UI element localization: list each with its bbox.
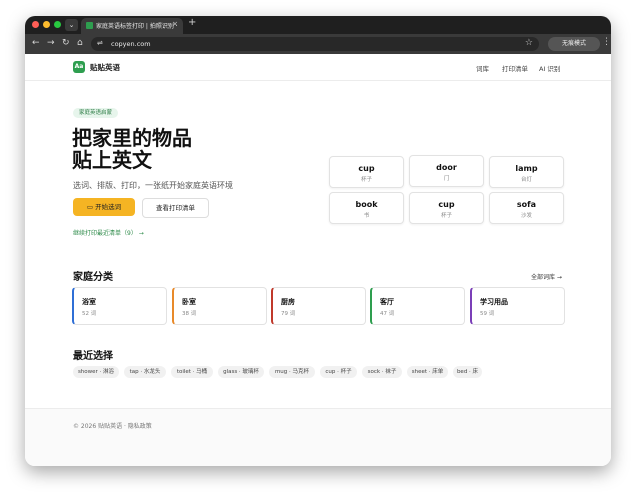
category-count: 47 词 [380, 311, 395, 317]
browser-menu-icon[interactable]: ⋮ [602, 37, 611, 47]
recent-chip[interactable]: toilet · 马桶 [171, 366, 213, 378]
start-selecting-button[interactable]: ▭ 开始选词 [73, 198, 135, 216]
category-count: 79 词 [281, 311, 296, 317]
word-card-zh: 书 [363, 213, 370, 219]
brand-name[interactable]: 贴贴英语 [90, 62, 120, 73]
category-name: 学习用品 [480, 298, 508, 306]
word-card[interactable]: lamp 台灯 [489, 156, 564, 188]
all-words-link[interactable]: 全部词库 → [531, 272, 562, 281]
recent-chip[interactable]: bed · 床 [453, 366, 482, 378]
word-card[interactable]: book 书 [329, 192, 404, 224]
category-name: 厨房 [281, 298, 295, 306]
bookmark-star-icon[interactable]: ☆ [525, 38, 533, 48]
category-name: 客厅 [380, 298, 394, 306]
category-name: 浴室 [82, 298, 96, 306]
active-tab[interactable]: 家庭英语标签打印 | 拍照识别 · × [81, 18, 183, 34]
word-card[interactable]: cup 杯子 [409, 192, 484, 224]
tab-title: 家庭英语标签打印 | 拍照识别 · [96, 23, 178, 30]
category-count: 52 词 [82, 311, 97, 317]
favicon-icon [86, 22, 93, 29]
word-card-zh: 杯子 [360, 177, 372, 183]
category-count: 38 词 [182, 311, 197, 317]
word-card-en: sofa [516, 200, 537, 209]
incognito-badge[interactable]: 无痕模式 [548, 37, 600, 51]
hero-badge: 家庭英语启蒙 [73, 108, 119, 118]
address-bar[interactable]: ⇌ copyen.com ☆ [91, 37, 539, 51]
recent-chip[interactable]: sock · 袜子 [362, 366, 402, 378]
hero-subtitle: 选词、排版、打印，一张纸开始家庭英语环境 [73, 181, 233, 190]
recent-chip[interactable]: mug · 马克杯 [269, 366, 315, 378]
word-card-en: cup [438, 200, 455, 209]
site-info-icon[interactable]: ⇌ [97, 39, 103, 47]
back-icon[interactable]: ← [32, 38, 40, 49]
recent-chip[interactable]: shower · 淋浴 [73, 366, 119, 378]
recent-chip[interactable]: sheet · 床单 [407, 366, 448, 378]
word-card-zh: 台灯 [520, 177, 532, 183]
book-icon: ▭ [86, 203, 96, 211]
hero-title: 把家里的物品 贴上英文 [72, 127, 192, 171]
word-card[interactable]: door 门 [409, 155, 484, 187]
footer-text: © 2026 贴贴英语 · 隐私政策 [73, 423, 152, 430]
word-card-en: book [355, 200, 378, 209]
tab-bar: ⌄ 家庭英语标签打印 | 拍照识别 · × + [25, 16, 611, 34]
word-card[interactable]: cup 杯子 [329, 156, 404, 188]
nav-ai-recognition[interactable]: AI 识别 [539, 63, 560, 73]
home-icon[interactable]: ⌂ [77, 38, 83, 49]
word-card-zh: 杯子 [440, 213, 452, 219]
nav-print-list[interactable]: 打印清单 [502, 63, 528, 73]
category-card-living-room[interactable]: 客厅 47 词 [370, 287, 465, 325]
hero-title-line-2: 贴上英文 [72, 148, 152, 172]
maximize-window-button[interactable] [54, 21, 61, 28]
word-card[interactable]: sofa 沙发 [489, 192, 564, 224]
reload-icon[interactable]: ↻ [62, 38, 70, 49]
recent-chip[interactable]: cup · 杯子 [320, 366, 357, 378]
recent-chip[interactable]: tap · 水龙头 [124, 366, 166, 378]
close-window-button[interactable] [32, 21, 39, 28]
category-card-bathroom[interactable]: 浴室 52 词 [72, 287, 167, 325]
browser-toolbar: ← → ↻ ⌂ ⇌ copyen.com ☆ 无痕模式 ⋮ [25, 34, 611, 54]
recent-chip[interactable]: glass · 玻璃杯 [218, 366, 264, 378]
word-card-zh: 沙发 [520, 213, 532, 219]
start-selecting-label: 开始选词 [95, 203, 122, 211]
tab-close-icon[interactable]: × [172, 20, 178, 28]
word-card-en: door [436, 163, 457, 172]
page-content: Aa 贴贴英语 词库 打印清单 AI 识别 家庭英语启蒙 把家里的物品 贴上英文… [25, 54, 611, 466]
recent-title: 最近选择 [73, 351, 113, 362]
word-card-en: lamp [515, 164, 538, 173]
logo-icon[interactable]: Aa [73, 61, 85, 73]
site-footer: © 2026 贴贴英语 · 隐私政策 [25, 408, 611, 466]
nav-word-library[interactable]: 词库 [476, 63, 489, 73]
category-count: 59 词 [480, 311, 495, 317]
new-tab-button[interactable]: + [188, 17, 196, 28]
word-card-zh: 门 [443, 176, 450, 182]
categories-title: 家庭分类 [73, 272, 113, 283]
view-print-list-button[interactable]: 查看打印清单 [142, 198, 209, 218]
category-name: 卧室 [182, 298, 196, 306]
word-card-en: cup [358, 164, 375, 173]
category-card-school-supplies[interactable]: 学习用品 59 词 [470, 287, 565, 325]
browser-window: ⌄ 家庭英语标签打印 | 拍照识别 · × + ← → ↻ ⌂ ⇌ copyen… [25, 16, 611, 466]
category-card-bedroom[interactable]: 卧室 38 词 [172, 287, 267, 325]
tab-search-button[interactable]: ⌄ [65, 19, 78, 31]
forward-icon[interactable]: → [47, 38, 55, 49]
url-text[interactable]: copyen.com [111, 40, 151, 48]
category-card-kitchen[interactable]: 厨房 79 词 [271, 287, 366, 325]
minimize-window-button[interactable] [43, 21, 50, 28]
site-header: Aa 贴贴英语 词库 打印清单 AI 识别 [25, 54, 611, 81]
continue-print-link[interactable]: 继续打印最近清单（9） → [73, 228, 144, 237]
hero-title-line-1: 把家里的物品 [72, 126, 192, 150]
